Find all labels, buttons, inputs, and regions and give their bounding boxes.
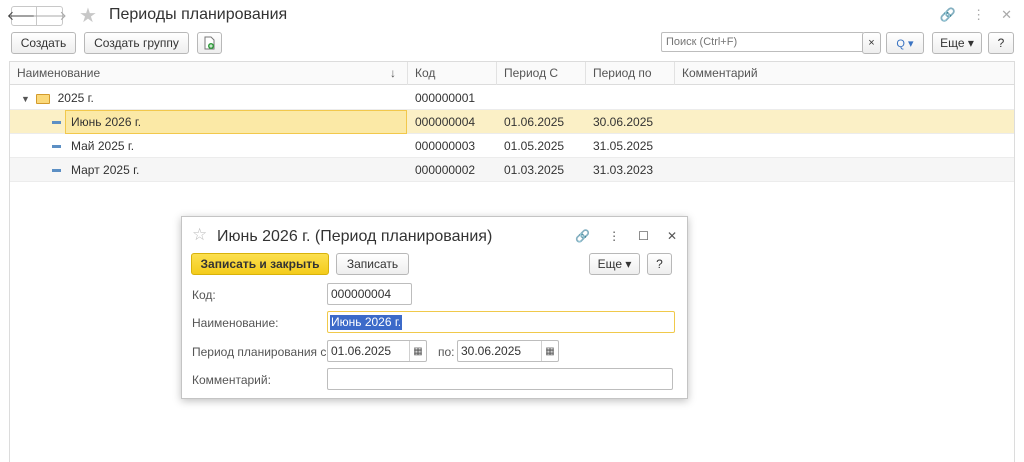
link-icon[interactable]: 🔗 bbox=[575, 229, 590, 243]
period-from-label: Период планирования с: bbox=[192, 345, 330, 359]
table-row[interactable]: ▼ 2025 г. 000000001 bbox=[10, 86, 1014, 110]
close-icon[interactable]: ✕ bbox=[667, 229, 677, 243]
code-cell: 000000002 bbox=[415, 163, 476, 177]
title-bar: 🡐 🡒 ★ Периоды планирования 🔗 ⋮ ✕ bbox=[0, 0, 1024, 30]
name-label: Наименование: bbox=[192, 316, 279, 330]
name-cell: ▼ 2025 г. bbox=[21, 91, 94, 105]
folder-icon bbox=[36, 93, 51, 104]
name-cell: Май 2025 г. bbox=[45, 134, 134, 158]
from-cell: 01.06.2025 bbox=[504, 115, 565, 129]
code-label: Код: bbox=[192, 288, 216, 302]
add-copy-button[interactable] bbox=[197, 32, 222, 54]
comment-field[interactable] bbox=[327, 368, 673, 390]
more-button[interactable]: Еще ▾ bbox=[932, 32, 982, 54]
comment-cell bbox=[675, 158, 682, 182]
code-field[interactable] bbox=[327, 283, 412, 305]
search-field[interactable] bbox=[661, 32, 864, 52]
create-button[interactable]: Создать bbox=[11, 32, 76, 54]
comment-cell bbox=[675, 110, 682, 134]
period-to-field[interactable]: ▦ bbox=[457, 340, 559, 362]
item-icon bbox=[52, 145, 61, 149]
name-field[interactable]: Июнь 2026 г. bbox=[327, 311, 675, 333]
from-cell bbox=[497, 86, 504, 110]
column-header-to[interactable]: Период по bbox=[586, 62, 675, 85]
item-icon bbox=[52, 169, 61, 173]
search-clear-button[interactable]: × bbox=[862, 32, 881, 54]
arrow-right-icon: 🡒 bbox=[32, 8, 67, 23]
favorite-star-icon[interactable]: ☆ bbox=[192, 225, 207, 245]
table-row-selected[interactable]: Июнь 2026 г. 000000004 01.06.2025 30.06.… bbox=[10, 110, 1014, 134]
edit-period-dialog: ☆ Июнь 2026 г. (Период планирования) 🔗 ⋮… bbox=[181, 216, 688, 399]
close-icon[interactable]: ✕ bbox=[1001, 7, 1012, 23]
dialog-more-button[interactable]: Еще ▾ bbox=[589, 253, 640, 275]
favorite-star-icon[interactable]: ★ bbox=[79, 3, 97, 28]
calendar-icon[interactable]: ▦ bbox=[541, 341, 558, 361]
column-header-name[interactable]: Наименование ↓ bbox=[10, 62, 408, 85]
search-input[interactable] bbox=[662, 33, 863, 51]
table-header: Наименование ↓ Код Период С Период по Ко… bbox=[10, 61, 1014, 85]
period-from-input[interactable] bbox=[328, 341, 410, 361]
code-cell: 000000004 bbox=[415, 115, 476, 129]
code-cell: 000000001 bbox=[415, 91, 476, 105]
code-input[interactable] bbox=[328, 284, 411, 304]
to-cell bbox=[586, 86, 593, 110]
name-input-selected-text[interactable]: Июнь 2026 г. bbox=[330, 315, 403, 330]
item-icon bbox=[52, 121, 61, 125]
period-from-field[interactable]: ▦ bbox=[327, 340, 427, 362]
column-header-comment[interactable]: Комментарий bbox=[675, 62, 1014, 85]
link-icon[interactable]: 🔗 bbox=[940, 7, 956, 23]
save-and-close-button[interactable]: Записать и закрыть bbox=[191, 253, 329, 275]
name-cell: Июнь 2026 г. bbox=[45, 110, 141, 134]
save-button[interactable]: Записать bbox=[336, 253, 409, 275]
from-cell: 01.03.2025 bbox=[504, 163, 565, 177]
table-row[interactable]: Май 2025 г. 000000003 01.05.2025 31.05.2… bbox=[10, 134, 1014, 158]
page-title: Периоды планирования bbox=[109, 6, 288, 23]
comment-cell bbox=[675, 134, 682, 158]
comment-cell bbox=[675, 86, 682, 110]
table-row[interactable]: Март 2025 г. 000000002 01.03.2025 31.03.… bbox=[10, 158, 1014, 182]
period-to-input[interactable] bbox=[458, 341, 542, 361]
comment-label: Комментарий: bbox=[192, 373, 271, 387]
search-options-button[interactable]: Q ▾ bbox=[886, 32, 924, 54]
to-cell: 31.03.2023 bbox=[593, 163, 654, 177]
to-cell: 31.05.2025 bbox=[593, 139, 654, 153]
expand-triangle-icon[interactable]: ▼ bbox=[21, 94, 30, 104]
column-header-code[interactable]: Код bbox=[408, 62, 497, 85]
forward-button[interactable]: 🡒 bbox=[32, 6, 67, 26]
calendar-icon[interactable]: ▦ bbox=[409, 341, 426, 361]
create-group-button[interactable]: Создать группу bbox=[84, 32, 189, 54]
period-to-label: по: bbox=[438, 345, 455, 359]
more-icon[interactable]: ⋮ bbox=[608, 229, 620, 243]
maximize-icon[interactable]: ☐ bbox=[638, 229, 649, 243]
from-cell: 01.05.2025 bbox=[504, 139, 565, 153]
to-cell: 30.06.2025 bbox=[593, 115, 654, 129]
dialog-title: Июнь 2026 г. (Период планирования) bbox=[217, 228, 493, 245]
help-button[interactable]: ? bbox=[988, 32, 1014, 54]
sort-arrow-icon: ↓ bbox=[390, 66, 396, 80]
dialog-help-button[interactable]: ? bbox=[647, 253, 672, 275]
add-document-icon bbox=[204, 36, 215, 50]
comment-input[interactable] bbox=[328, 369, 672, 389]
column-header-from[interactable]: Период С bbox=[497, 62, 586, 85]
more-icon[interactable]: ⋮ bbox=[972, 7, 985, 23]
code-cell: 000000003 bbox=[415, 139, 476, 153]
name-cell: Март 2025 г. bbox=[45, 158, 139, 182]
